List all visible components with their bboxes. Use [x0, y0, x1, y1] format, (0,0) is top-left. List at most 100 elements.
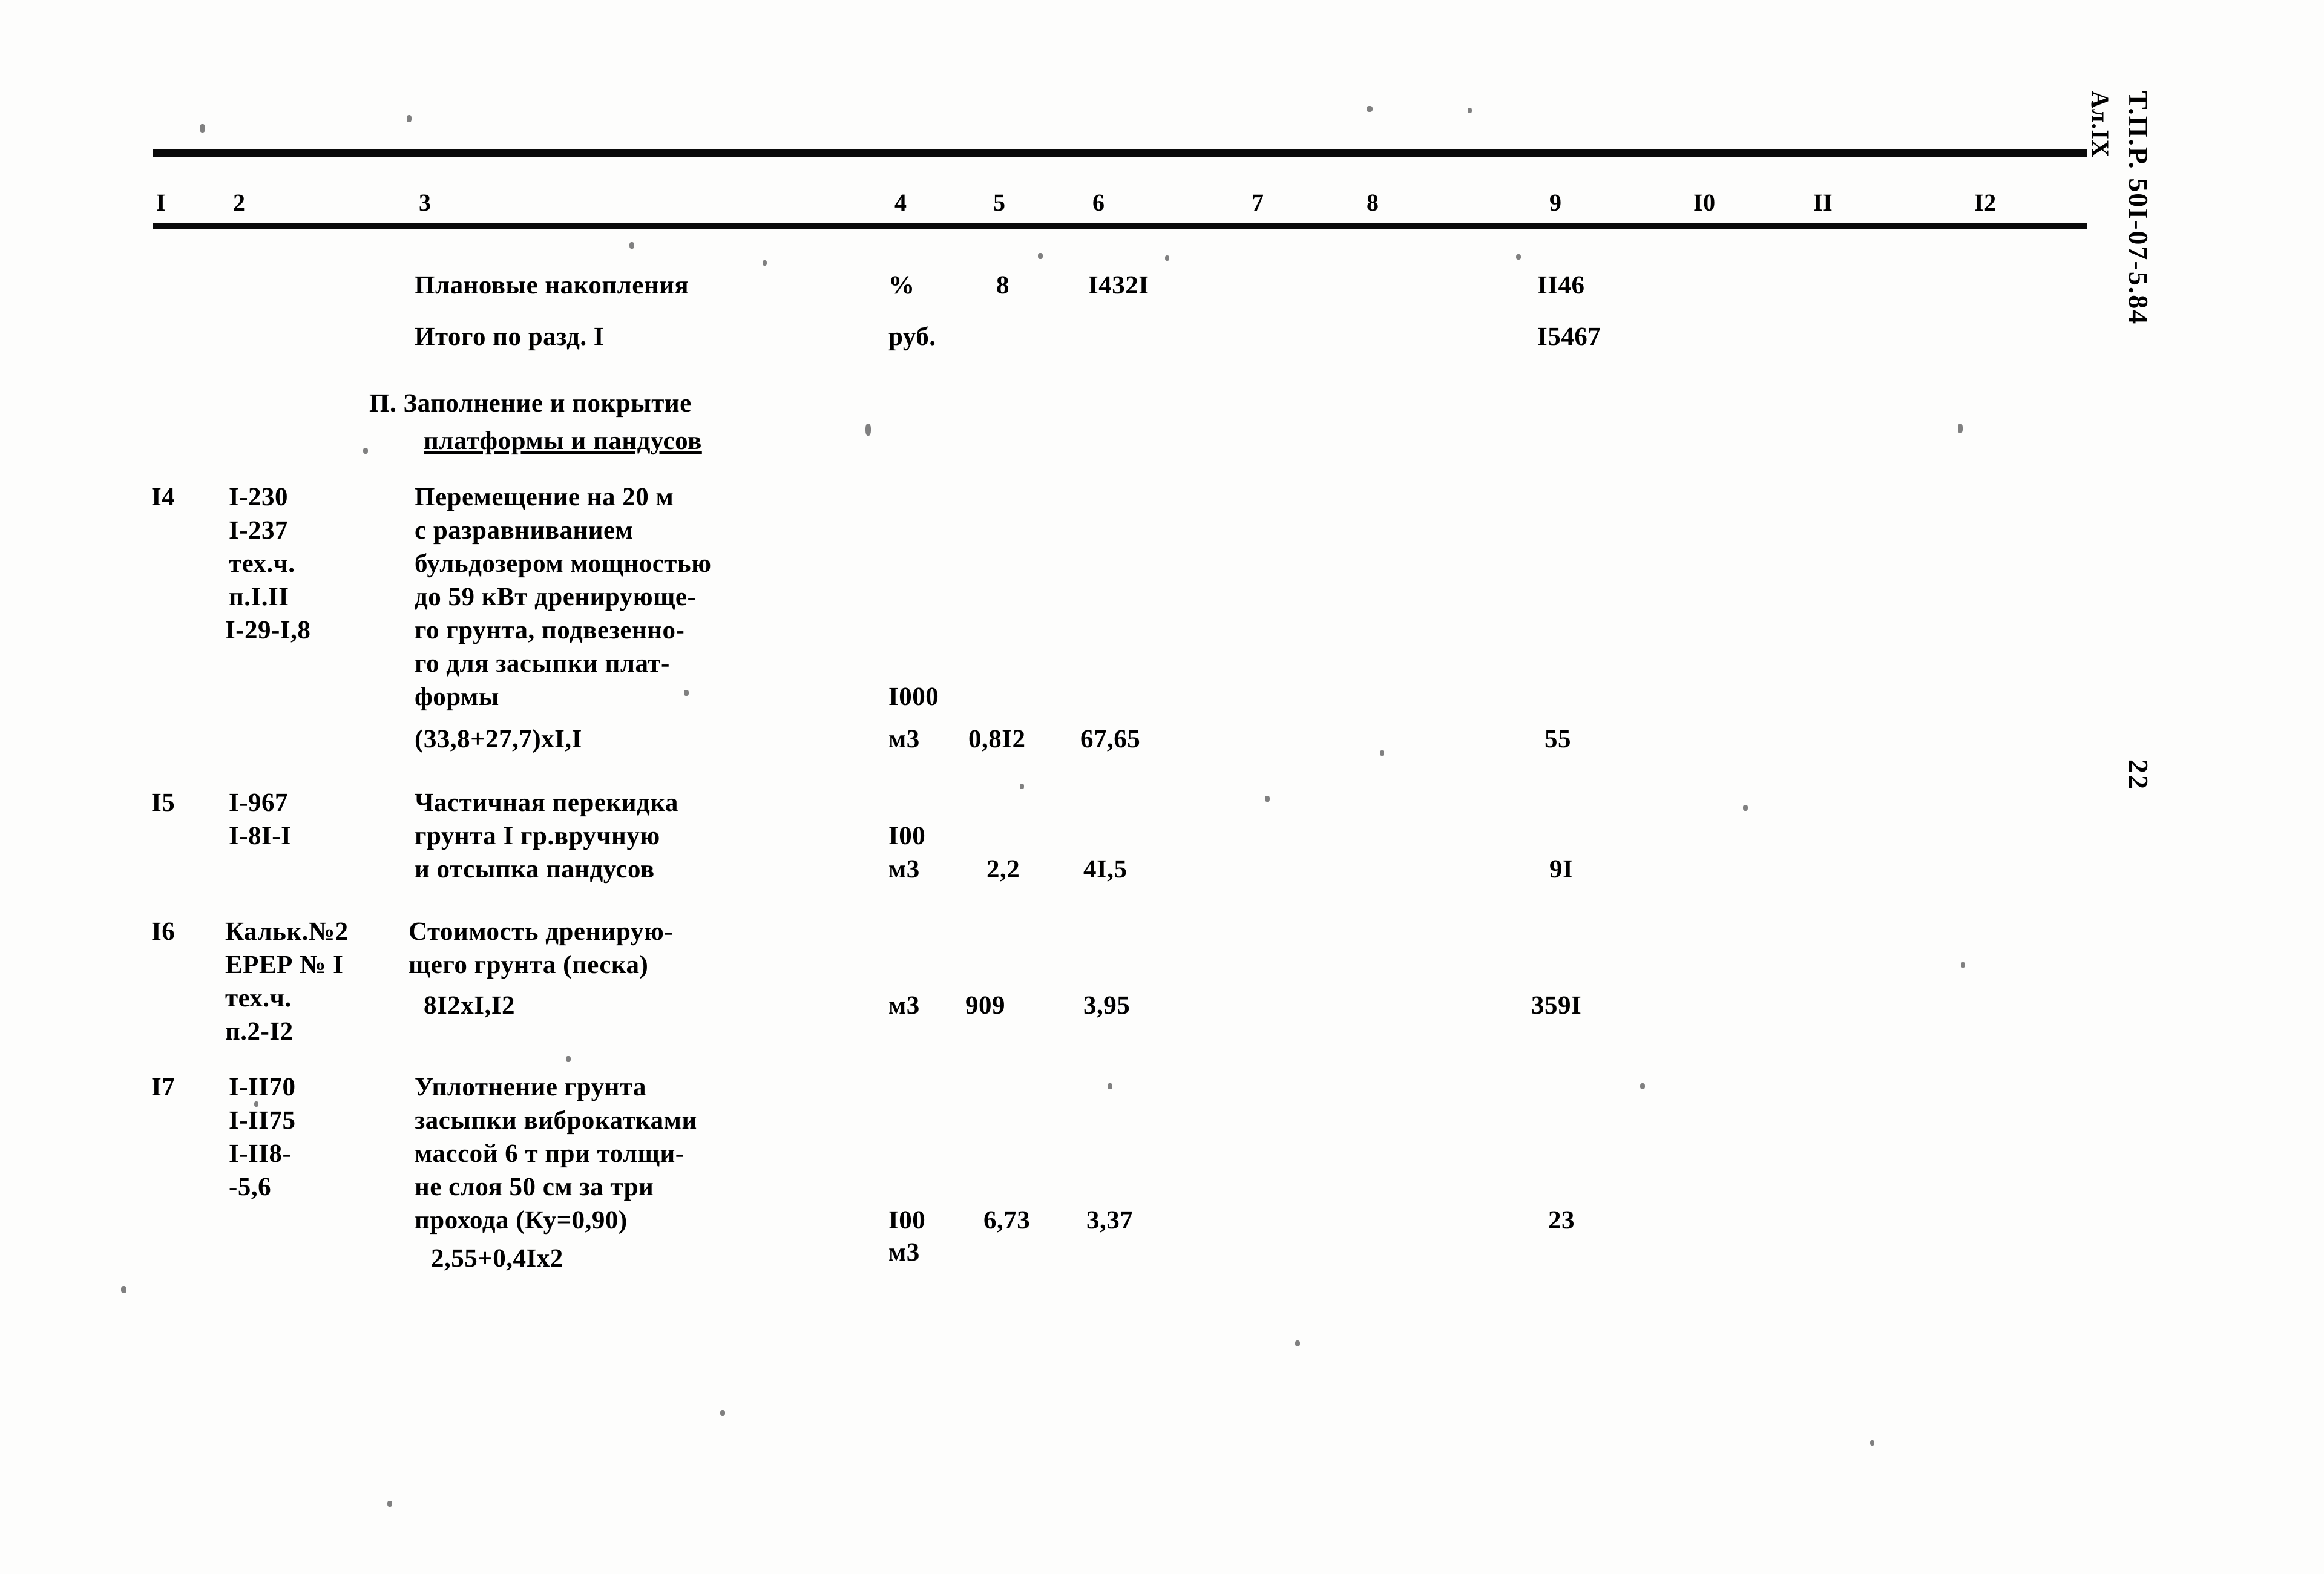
column-header-7: 7: [1252, 189, 1264, 216]
row-code: Кальк.№2: [225, 917, 349, 946]
row-col9: 55: [1544, 725, 1571, 753]
scan-speck: [1165, 255, 1169, 261]
row-code: I-967: [229, 789, 289, 817]
row-col9: 9I: [1549, 855, 1574, 884]
row-unit: м3: [888, 855, 920, 884]
column-header-10: I0: [1693, 189, 1716, 216]
scan-speck: [121, 1286, 126, 1293]
scan-speck: [1640, 1083, 1645, 1089]
document-page: I 2 3 4 5 6 7 8 9 I0 II I2 Плановые нако…: [0, 0, 2324, 1574]
row-unit: м3: [888, 991, 920, 1020]
scan-speck: [1380, 750, 1384, 756]
summary-row-col5: 8: [996, 271, 1009, 300]
scan-speck: [865, 424, 871, 436]
row-description-line: грунта I гр.вручную: [415, 822, 660, 850]
column-header-3: 3: [419, 189, 432, 216]
row-description-line: Перемещение на 20 м: [415, 483, 674, 511]
summary-row-description: Плановые накопления: [415, 271, 689, 300]
column-header-6: 6: [1092, 189, 1105, 216]
scan-speck: [720, 1410, 725, 1416]
row-description-line: засыпки виброкатками: [415, 1106, 697, 1135]
scan-speck: [1961, 962, 1965, 968]
summary-row-col9: II46: [1537, 271, 1585, 300]
row-description-line: массой 6 т при толщи-: [415, 1140, 684, 1168]
scan-speck: [1367, 106, 1373, 112]
row-number: I7: [151, 1073, 176, 1101]
row-calculation: 2,55+0,4Iх2: [431, 1244, 563, 1273]
scan-speck: [387, 1501, 392, 1507]
column-header-8: 8: [1367, 189, 1379, 216]
row-code: I-8I-I: [229, 822, 292, 850]
row-calculation: 8I2хI,I2: [424, 991, 515, 1020]
row-description-line: Стоимость дренирую-: [409, 917, 674, 946]
column-header-2: 2: [233, 189, 246, 216]
column-header-9: 9: [1549, 189, 1562, 216]
column-header-5: 5: [993, 189, 1006, 216]
summary-row-unit: руб.: [888, 323, 936, 351]
row-description-line: го грунта, подвезенно-: [415, 616, 685, 644]
row-unit: м3: [888, 725, 920, 753]
row-number: I5: [151, 789, 176, 817]
scan-speck: [1038, 253, 1043, 259]
row-description-line: щего грунта (песка): [409, 951, 649, 979]
row-code: I-230: [229, 483, 289, 511]
row-number: I4: [151, 483, 176, 511]
column-header-11: II: [1813, 189, 1833, 216]
row-col9: 359I: [1531, 991, 1582, 1020]
section-heading-line-2: платформы и пандусов: [424, 427, 702, 455]
section-heading-line-1: П. Заполнение и покрытие: [369, 389, 692, 418]
row-col9: 23: [1548, 1206, 1575, 1235]
row-col5: 6,73: [983, 1206, 1031, 1235]
table-header-rule: [153, 223, 2087, 229]
summary-row-description: Итого по разд. I: [415, 323, 605, 351]
row-unit: м3: [888, 1238, 920, 1267]
row-unit-multiplier: I00: [888, 1206, 926, 1235]
scan-speck: [1468, 108, 1472, 113]
document-album-stamp: Ал.IX: [2087, 91, 2114, 158]
scan-speck: [684, 690, 689, 696]
row-col5: 909: [965, 991, 1005, 1020]
scan-speck: [200, 124, 205, 133]
scan-speck: [1516, 254, 1521, 260]
row-description-line: бульдозером мощностью: [415, 549, 712, 578]
row-code: ЕРЕР № I: [225, 951, 344, 979]
scan-speck: [629, 242, 634, 249]
scan-speck: [1958, 424, 1963, 433]
scan-speck: [1108, 1083, 1112, 1089]
row-description-line: го для засыпки плат-: [415, 649, 670, 678]
scan-speck: [407, 115, 412, 122]
row-code: п.2-I2: [225, 1017, 294, 1046]
scan-speck: [1020, 784, 1024, 789]
row-code: I-237: [229, 516, 289, 545]
row-code: I-II8-: [229, 1140, 292, 1168]
row-code: -5,6: [229, 1173, 272, 1201]
row-code: п.I.II: [229, 583, 289, 611]
row-col6: 3,95: [1083, 991, 1131, 1020]
scan-speck: [1870, 1440, 1874, 1446]
column-header-4: 4: [894, 189, 907, 216]
scan-speck: [1265, 796, 1270, 802]
table-top-rule: [153, 149, 2087, 157]
row-description-line: до 59 кВт дренирующе-: [415, 583, 697, 611]
row-description-line: прохода (Ку=0,90): [415, 1206, 628, 1235]
document-code-stamp: Т.П.Р. 50I-07-5.84: [2123, 91, 2154, 326]
row-number: I6: [151, 917, 176, 946]
page-number: 22: [2123, 759, 2154, 791]
summary-row-col9: I5467: [1537, 323, 1601, 351]
summary-row-col6: I432I: [1088, 271, 1149, 300]
row-unit-multiplier: I000: [888, 683, 939, 711]
scan-speck: [1295, 1340, 1300, 1346]
scan-speck: [566, 1056, 571, 1062]
row-col5: 2,2: [986, 855, 1020, 884]
column-header-1: I: [156, 189, 166, 216]
row-col6: 67,65: [1080, 725, 1141, 753]
row-description-line: Частичная перекидка: [415, 789, 678, 817]
scan-speck: [763, 260, 767, 266]
scan-speck: [1743, 805, 1748, 811]
row-code: тех.ч.: [225, 984, 292, 1012]
row-description-line: с разравниванием: [415, 516, 634, 545]
row-col6: 3,37: [1086, 1206, 1134, 1235]
row-description-line: не слоя 50 см за три: [415, 1173, 654, 1201]
column-header-12: I2: [1974, 189, 1997, 216]
row-description-line: Уплотнение грунта: [415, 1073, 647, 1101]
